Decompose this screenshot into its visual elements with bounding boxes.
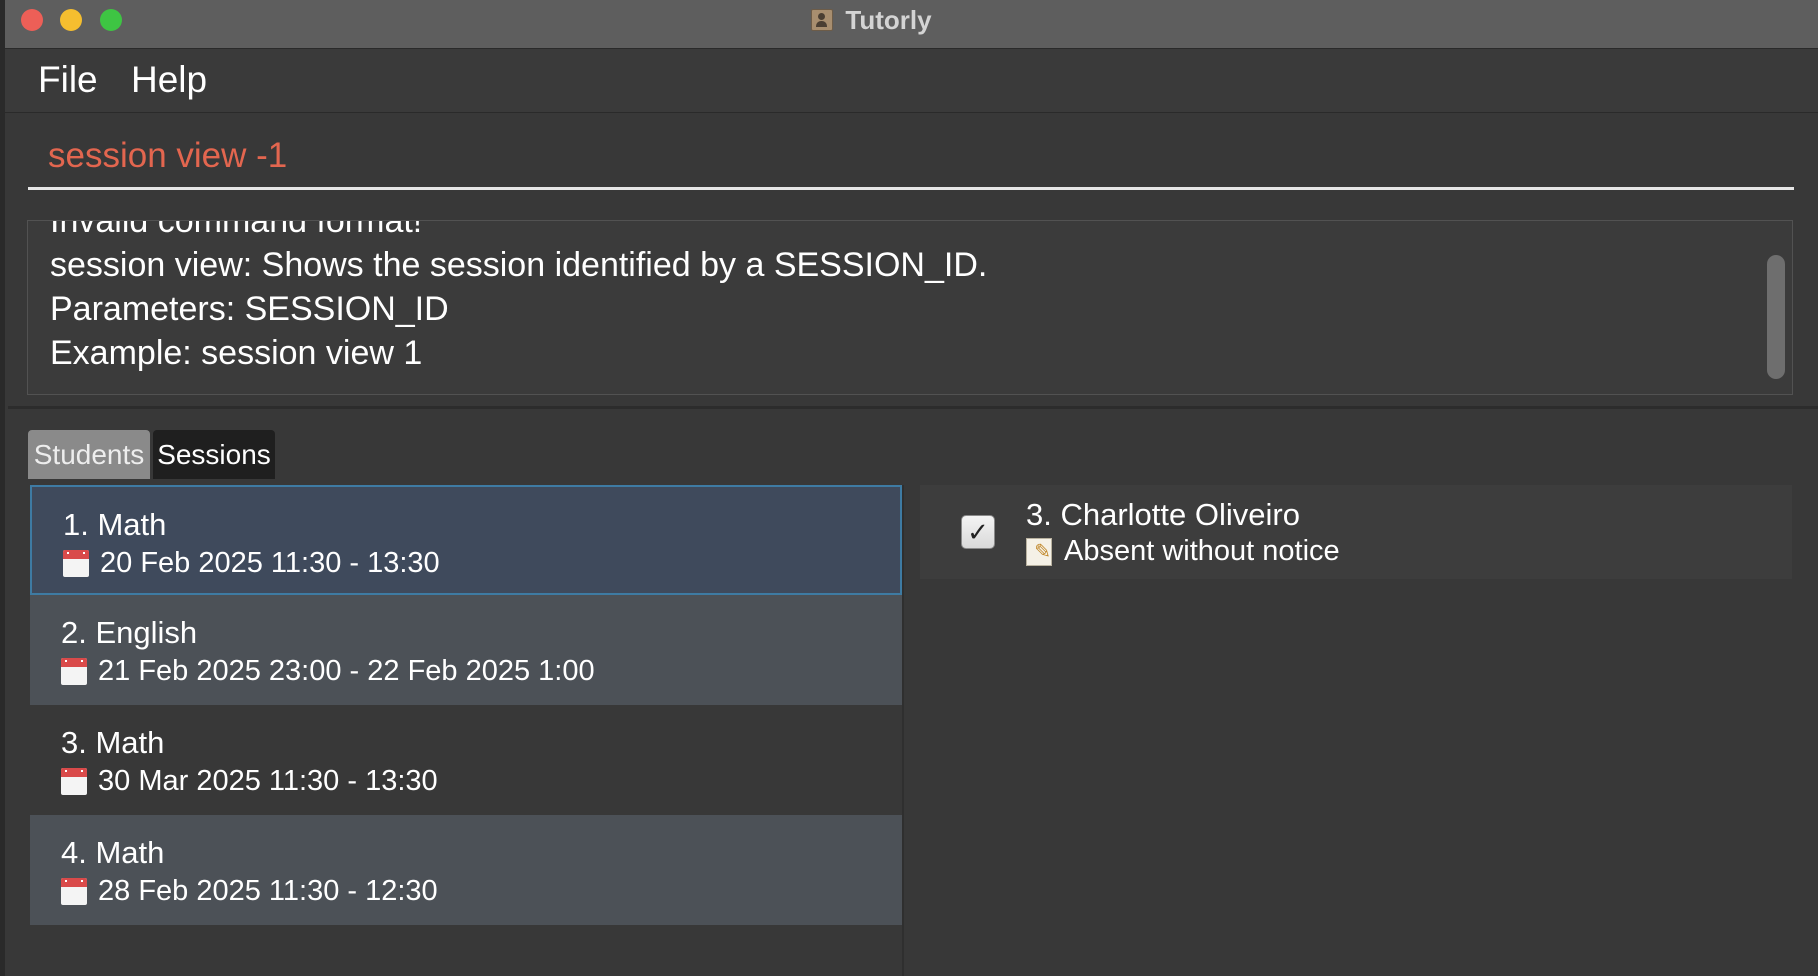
attendance-note-row: ✎ Absent without notice [1026,535,1340,568]
menu-bar: File Help [5,49,1818,113]
panel-divider [8,406,1818,409]
window-title: Tutorly [845,4,932,35]
calendar-icon [61,658,87,685]
session-title: 3. Math [61,725,165,760]
session-list-item[interactable]: 1. Math 20 Feb 2025 11:30 - 13:30 [30,485,902,595]
command-input[interactable] [28,124,1794,190]
session-time-row: 20 Feb 2025 11:30 - 13:30 [63,547,440,580]
session-list-item[interactable]: 4. Math 28 Feb 2025 11:30 - 12:30 [30,815,902,925]
session-time: 30 Mar 2025 11:30 - 13:30 [98,765,438,797]
session-title: 2. English [61,615,198,650]
menu-help[interactable]: Help [131,59,207,101]
tab-sessions[interactable]: Sessions [153,430,275,479]
title-bar[interactable]: Tutorly [5,0,1818,49]
session-time-row: 30 Mar 2025 11:30 - 13:30 [61,765,438,798]
session-time-row: 28 Feb 2025 11:30 - 12:30 [61,875,438,908]
command-box [28,124,1794,192]
window-title-group: Tutorly [5,0,1818,40]
result-scrollbar[interactable] [1767,255,1785,379]
attendance-checkbox[interactable]: ✓ [961,515,995,549]
session-time: 28 Feb 2025 11:30 - 12:30 [98,875,438,907]
window-edge [0,0,5,976]
calendar-icon [61,878,87,905]
menu-file[interactable]: File [38,59,98,101]
memo-icon: ✎ [1026,537,1052,566]
contact-card-icon [811,9,834,31]
result-display[interactable]: Invalid command format! session view: Sh… [27,220,1793,395]
session-title: 4. Math [61,835,165,870]
result-text: Invalid command format! session view: Sh… [50,220,988,372]
calendar-icon [61,768,87,795]
tab-students[interactable]: Students [28,430,150,479]
attendance-card[interactable]: ✓ 3. Charlotte Oliveiro ✎ Absent without… [920,485,1792,579]
attendance-note: Absent without notice [1064,535,1340,567]
app-window: Tutorly File Help Invalid command format… [0,0,1818,976]
session-time-row: 21 Feb 2025 23:00 - 22 Feb 2025 1:00 [61,655,595,688]
session-list-item[interactable]: 2. English 21 Feb 2025 23:00 - 22 Feb 20… [30,595,902,705]
session-list-item[interactable]: 3. Math 30 Mar 2025 11:30 - 13:30 [30,705,902,815]
student-name: 3. Charlotte Oliveiro [1026,497,1300,532]
calendar-icon [63,550,89,577]
checkmark-icon: ✓ [967,516,989,547]
session-title: 1. Math [63,507,167,542]
session-time: 21 Feb 2025 23:00 - 22 Feb 2025 1:00 [98,655,595,687]
session-time: 20 Feb 2025 11:30 - 13:30 [100,547,440,579]
session-list[interactable]: 1. Math 20 Feb 2025 11:30 - 13:30 2. Eng… [30,485,904,976]
